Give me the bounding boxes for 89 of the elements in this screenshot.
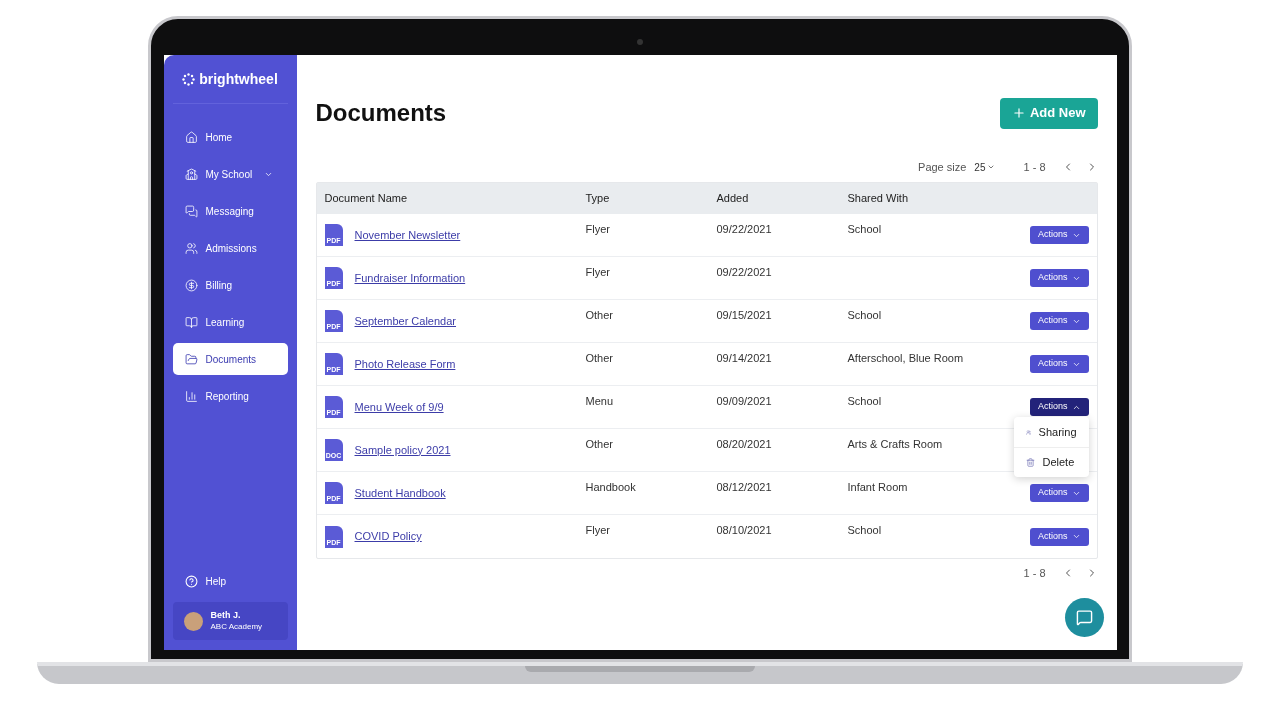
plus-icon (1011, 106, 1026, 120)
shared-cell-text: Afterschool, Blue Room (847, 350, 964, 366)
type-cell-text: Other (585, 307, 614, 323)
nav-item[interactable]: Admissions (172, 232, 288, 264)
caret-icon (1071, 532, 1081, 541)
user-name: Beth J. (210, 610, 242, 622)
nav-label: Admissions (205, 241, 257, 256)
type-cell-text: Flyer (585, 221, 611, 237)
nav-item[interactable]: Reporting (172, 380, 288, 412)
shared-cell-text: School (847, 393, 882, 409)
column-header: Added (716, 191, 750, 207)
type-cell-text: Flyer (585, 264, 611, 280)
logo-icon (182, 72, 196, 86)
book-icon (184, 315, 198, 329)
document-link[interactable]: Sample policy 2021 (354, 441, 451, 459)
camera-icon (637, 39, 643, 45)
document-link[interactable]: Fundraiser Information (354, 269, 466, 287)
type-cell-text: Other (585, 436, 614, 452)
actions-button[interactable]: Actions (1030, 398, 1089, 416)
trash-icon (1025, 458, 1035, 467)
date-cell-text: 09/09/2021 (716, 393, 773, 409)
avatar (183, 611, 203, 631)
page-title: Documents (315, 98, 447, 128)
chat-bubbles-icon (184, 204, 198, 218)
school-icon (184, 167, 198, 181)
range-text: 1 - 8 (1023, 566, 1046, 581)
shared-cell-text: School (847, 221, 882, 237)
date-cell-text: 08/10/2021 (716, 523, 773, 539)
shared-cell-text: School (847, 523, 882, 539)
brand-name: brightwheel (199, 69, 278, 89)
document-link[interactable]: November Newsletter (354, 226, 461, 244)
type-cell-text: Menu (585, 393, 615, 409)
nav-label: Reporting (205, 389, 249, 404)
shared-cell-text: Infant Room (847, 479, 908, 495)
nav-item[interactable]: Home (172, 121, 288, 153)
bar-chart-icon (184, 389, 198, 403)
nav-item[interactable]: Documents (172, 343, 288, 375)
date-cell-text: 09/22/2021 (716, 264, 773, 280)
people-icon (184, 241, 198, 255)
help-link[interactable]: Help (172, 566, 288, 596)
menu-item[interactable]: Delete (1013, 447, 1089, 477)
document-link[interactable]: Photo Release Form (354, 355, 456, 373)
user-card[interactable]: Beth J. ABC Academy (172, 602, 288, 640)
type-cell-text: Other (585, 350, 614, 366)
actions-button[interactable]: Actions (1030, 269, 1089, 287)
school-name: ABC Academy (210, 621, 263, 632)
menu-item[interactable]: Sharing (1013, 417, 1089, 447)
nav-item[interactable]: Messaging (172, 195, 288, 227)
date-cell-text: 09/15/2021 (716, 307, 773, 323)
chat-button[interactable] (1064, 598, 1104, 637)
column-header: Shared With (847, 191, 910, 207)
actions-button[interactable]: Actions (1030, 226, 1089, 244)
nav-label: Messaging (205, 204, 254, 219)
coin-icon (184, 278, 198, 292)
document-link[interactable]: Menu Week of 9/9 (354, 398, 444, 416)
date-cell-text: 09/22/2021 (716, 221, 773, 237)
nav-label: My School (205, 167, 253, 182)
folder-icon (184, 352, 198, 366)
nav-label: Documents (205, 352, 257, 367)
shared-cell-text: Arts & Crafts Room (847, 436, 943, 452)
chat-icon (1075, 609, 1093, 626)
page-size-select[interactable]: 25 (974, 159, 996, 175)
type-cell-text: Handbook (585, 479, 637, 495)
nav-item[interactable]: My School (172, 158, 288, 190)
document-link[interactable]: COVID Policy (354, 528, 422, 545)
page-size-label: Page size (918, 159, 967, 175)
actions-button[interactable]: Actions (1030, 355, 1089, 373)
nav-label: Learning (205, 315, 245, 330)
help-icon (184, 574, 198, 588)
range-text: 1 - 8 (1023, 159, 1046, 175)
type-cell-text: Flyer (585, 523, 611, 539)
nav-item[interactable]: Billing (172, 269, 288, 301)
actions-button[interactable]: Actions (1030, 527, 1089, 546)
nav-item[interactable]: Learning (172, 306, 288, 338)
document-link[interactable]: September Calendar (354, 312, 456, 330)
home-icon (184, 130, 198, 144)
chevron-icon (987, 163, 996, 171)
date-cell-text: 08/12/2021 (716, 479, 773, 495)
nav-label: Billing (205, 278, 233, 293)
date-cell-text: 08/20/2021 (716, 436, 773, 452)
actions-button[interactable]: Actions (1030, 312, 1089, 330)
shared-cell-text: School (847, 307, 882, 323)
people-icon (1025, 427, 1031, 437)
actions-button[interactable]: Actions (1030, 484, 1089, 502)
nav-label: Home (205, 130, 233, 145)
column-header: Document Name (324, 191, 409, 207)
document-link[interactable]: Student Handbook (354, 484, 446, 502)
column-header: Type (585, 191, 611, 207)
date-cell-text: 09/14/2021 (716, 350, 773, 366)
